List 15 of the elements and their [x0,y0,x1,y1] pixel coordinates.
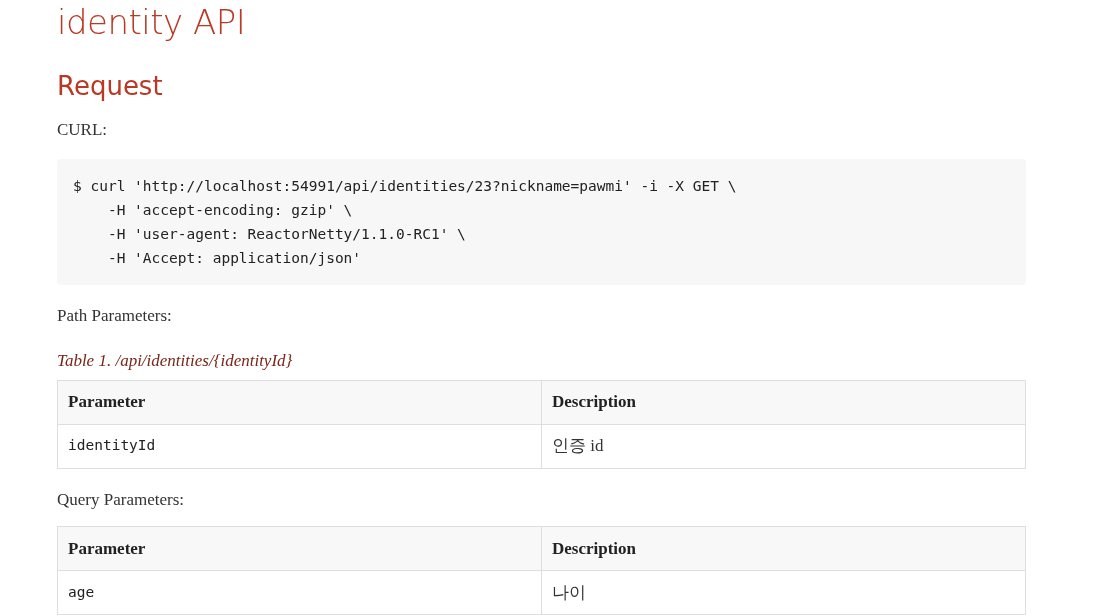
table-cell: identityId [57,424,542,468]
table-cell: 나이 [541,570,1026,615]
table-cell: age [57,570,542,615]
code-block: $ curl 'http://localhost:54991/api/identities/23?nickname=pawmi' -i -X GET \ -H 'accept-encoding: gzip' \ -H 'user-agent: ReactorNetty/1.1.0-RC1' \ -H 'Accept: application/json' [57,158,1026,285]
table-caption: Table 1. /api/identities/{identityId} [57,350,293,372]
section-heading: Request [57,73,163,99]
table-cell: 인증 id [541,424,1026,468]
page-title: identity API [57,1,247,39]
curl-label: CURL: [57,119,108,141]
section-label: Path Parameters: [57,304,172,327]
column-header: Parameter [57,380,542,424]
column-header: Parameter [57,526,542,571]
column-header: Description [541,526,1026,571]
column-header: Description [541,380,1026,424]
section-label: Query Parameters: [57,488,184,511]
